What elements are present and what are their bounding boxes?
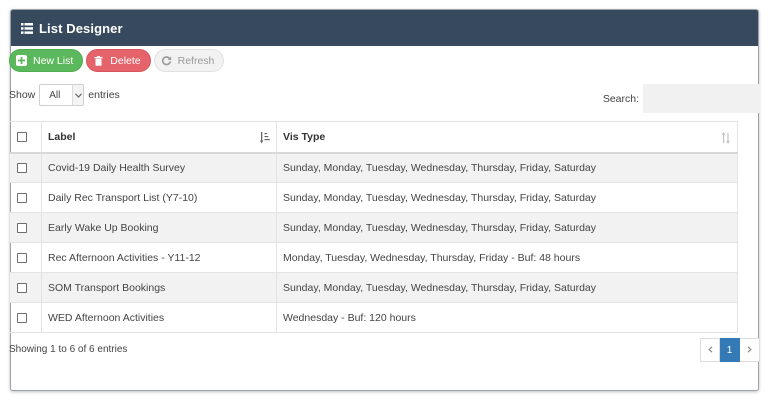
refresh-icon bbox=[161, 55, 172, 66]
search-label: Search: bbox=[602, 92, 639, 105]
table-row[interactable]: Early Wake Up Booking Sunday, Monday, Tu… bbox=[9, 212, 738, 243]
row-vis-type: Sunday, Monday, Tuesday, Wednesday, Thur… bbox=[276, 182, 738, 213]
column-header-vis-type[interactable]: Vis Type bbox=[276, 121, 738, 154]
row-vis-type: Sunday, Monday, Tuesday, Wednesday, Thur… bbox=[276, 212, 738, 243]
sort-icon bbox=[721, 132, 731, 144]
chevron-down-icon bbox=[72, 85, 84, 105]
delete-label: Delete bbox=[110, 54, 141, 67]
chevron-right-icon bbox=[747, 345, 752, 355]
chevron-left-icon bbox=[707, 345, 713, 355]
row-checkbox[interactable] bbox=[17, 162, 27, 173]
pagination: 1 bbox=[700, 338, 760, 362]
new-list-button[interactable]: New List bbox=[9, 49, 84, 72]
refresh-label: Refresh bbox=[177, 54, 215, 67]
table-row[interactable]: Daily Rec Transport List (Y7-10) Sunday,… bbox=[9, 182, 738, 213]
panel-header: List Designer bbox=[11, 10, 758, 46]
entries-length-control: Show All entries bbox=[9, 84, 120, 106]
row-vis-type: Wednesday - Buf: 120 hours bbox=[276, 302, 738, 333]
table-row[interactable]: Rec Afternoon Activities - Y11-12 Monday… bbox=[9, 242, 738, 273]
table-row[interactable]: Covid-19 Daily Health Survey Sunday, Mon… bbox=[9, 152, 738, 183]
row-label[interactable]: SOM Transport Bookings bbox=[41, 272, 277, 303]
table-row[interactable]: WED Afternoon Activities Wednesday - Buf… bbox=[9, 302, 738, 333]
row-select-cell bbox=[9, 302, 42, 333]
page-1-button[interactable]: 1 bbox=[720, 338, 740, 362]
row-select-cell bbox=[9, 152, 42, 183]
entries-label: entries bbox=[88, 89, 120, 101]
row-label[interactable]: Rec Afternoon Activities - Y11-12 bbox=[41, 242, 277, 273]
row-label[interactable]: Covid-19 Daily Health Survey bbox=[41, 152, 277, 183]
lists-table: Label Vis Type Covid-19 Daily Health Sur… bbox=[9, 121, 738, 333]
select-all-cell bbox=[9, 121, 42, 154]
row-checkbox[interactable] bbox=[17, 312, 27, 323]
delete-button[interactable]: Delete bbox=[86, 49, 151, 72]
plus-icon bbox=[16, 55, 27, 66]
row-label[interactable]: Early Wake Up Booking bbox=[41, 212, 277, 243]
row-checkbox[interactable] bbox=[17, 252, 27, 263]
table-row[interactable]: SOM Transport Bookings Sunday, Monday, T… bbox=[9, 272, 738, 303]
column-header-label[interactable]: Label bbox=[41, 121, 277, 154]
table-header-row: Label Vis Type bbox=[9, 121, 738, 154]
column-header-label-text: Label bbox=[48, 130, 76, 143]
row-checkbox[interactable] bbox=[17, 192, 27, 203]
list-icon bbox=[21, 22, 33, 34]
row-checkbox[interactable] bbox=[17, 282, 27, 293]
row-vis-type: Monday, Tuesday, Wednesday, Thursday, Fr… bbox=[276, 242, 738, 273]
search-input[interactable] bbox=[643, 84, 760, 113]
entries-length-select[interactable]: All bbox=[39, 84, 85, 106]
new-list-label: New List bbox=[33, 54, 74, 67]
row-vis-type: Sunday, Monday, Tuesday, Wednesday, Thur… bbox=[276, 152, 738, 183]
row-label[interactable]: Daily Rec Transport List (Y7-10) bbox=[41, 182, 277, 213]
sort-asc-icon bbox=[260, 132, 270, 144]
next-page-button[interactable] bbox=[740, 338, 760, 362]
row-label[interactable]: WED Afternoon Activities bbox=[41, 302, 277, 333]
panel-title: List Designer bbox=[39, 20, 123, 36]
select-all-checkbox[interactable] bbox=[17, 131, 27, 142]
row-select-cell bbox=[9, 272, 42, 303]
row-select-cell bbox=[9, 242, 42, 273]
row-checkbox[interactable] bbox=[17, 222, 27, 233]
show-label: Show bbox=[9, 89, 36, 101]
row-select-cell bbox=[9, 212, 42, 243]
previous-page-button[interactable] bbox=[700, 338, 720, 362]
trash-icon bbox=[93, 55, 104, 66]
refresh-button[interactable]: Refresh bbox=[153, 49, 225, 72]
toolbar: New List Delete Refresh bbox=[9, 49, 225, 72]
entries-length-value: All bbox=[49, 89, 61, 101]
table-info: Showing 1 to 6 of 6 entries bbox=[9, 344, 128, 355]
column-header-vis-type-text: Vis Type bbox=[283, 130, 326, 143]
row-vis-type: Sunday, Monday, Tuesday, Wednesday, Thur… bbox=[276, 272, 738, 303]
row-select-cell bbox=[9, 182, 42, 213]
search-control: Search: bbox=[603, 84, 760, 113]
